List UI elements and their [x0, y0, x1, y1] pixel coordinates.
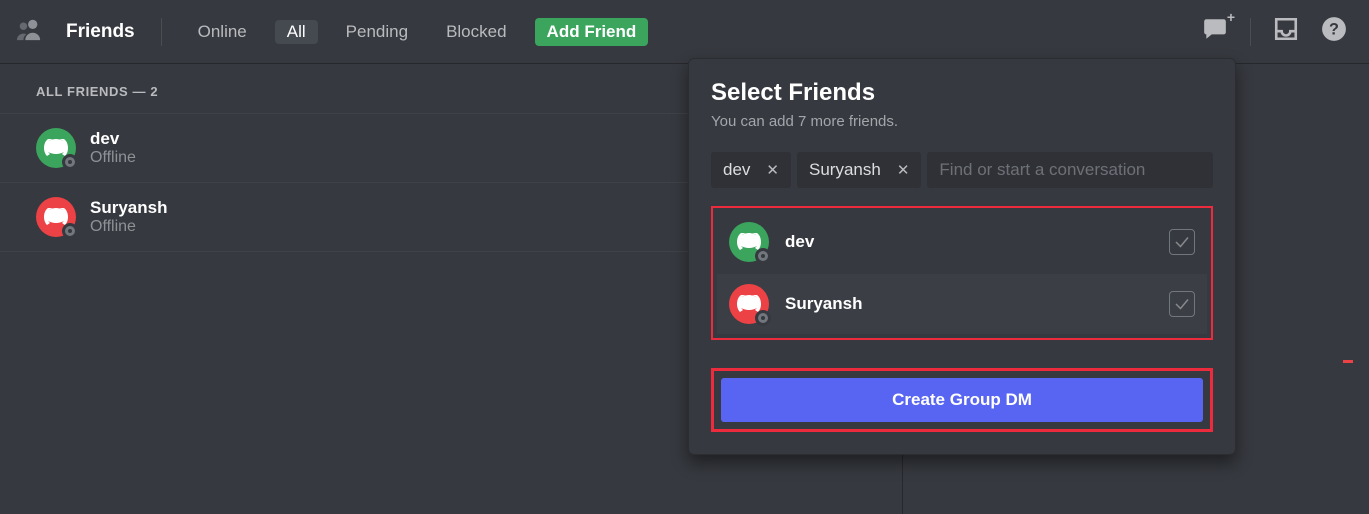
option-name: dev	[785, 232, 1153, 252]
new-group-dm-icon[interactable]: +	[1202, 16, 1228, 47]
header-bar: Friends Online All Pending Blocked Add F…	[0, 0, 1369, 64]
popover-subtitle: You can add 7 more friends.	[711, 113, 1213, 130]
selected-chip[interactable]: Suryansh ✕	[797, 152, 921, 188]
help-icon[interactable]	[1321, 16, 1347, 47]
status-offline-icon	[755, 310, 771, 326]
option-checkbox[interactable]	[1169, 229, 1195, 255]
friends-icon	[16, 16, 42, 47]
tab-pending[interactable]: Pending	[336, 18, 418, 46]
tab-all[interactable]: All	[275, 20, 318, 44]
friend-name: Suryansh	[90, 198, 167, 218]
search-input[interactable]	[927, 152, 1213, 188]
option-checkbox[interactable]	[1169, 291, 1195, 317]
annotation-highlight: Create Group DM	[711, 368, 1213, 432]
avatar	[729, 222, 769, 262]
status-offline-icon	[62, 223, 78, 239]
select-friends-popover: Select Friends You can add 7 more friend…	[688, 58, 1236, 455]
tab-add-friend[interactable]: Add Friend	[535, 18, 649, 46]
remove-chip-icon[interactable]: ✕	[897, 161, 910, 179]
chip-label: Suryansh	[809, 160, 881, 180]
tab-blocked[interactable]: Blocked	[436, 18, 516, 46]
friend-option[interactable]: Suryansh	[717, 274, 1207, 334]
friend-option[interactable]: dev	[717, 212, 1207, 272]
friend-name: dev	[90, 129, 136, 149]
friend-status: Offline	[90, 218, 167, 236]
selected-chip[interactable]: dev ✕	[711, 152, 791, 188]
inbox-icon[interactable]	[1273, 16, 1299, 47]
tab-online[interactable]: Online	[188, 18, 257, 46]
avatar	[729, 284, 769, 324]
status-offline-icon	[755, 248, 771, 264]
remove-chip-icon[interactable]: ✕	[766, 161, 779, 179]
annotation-mark	[1343, 360, 1353, 363]
divider	[1250, 18, 1251, 46]
avatar	[36, 197, 76, 237]
divider	[161, 18, 162, 46]
page-title: Friends	[66, 21, 135, 43]
friend-status: Offline	[90, 149, 136, 167]
option-name: Suryansh	[785, 294, 1153, 314]
selected-chips-row: dev ✕ Suryansh ✕	[711, 152, 1213, 188]
create-group-dm-button[interactable]: Create Group DM	[721, 378, 1203, 422]
popover-title: Select Friends	[711, 79, 1213, 107]
chip-label: dev	[723, 160, 750, 180]
avatar	[36, 128, 76, 168]
friend-options-list: dev Suryansh	[711, 206, 1213, 340]
plus-icon: +	[1227, 9, 1235, 25]
status-offline-icon	[62, 154, 78, 170]
